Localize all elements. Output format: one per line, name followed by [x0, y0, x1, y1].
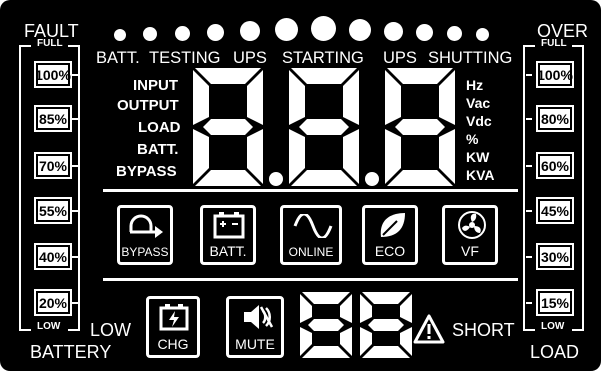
status-dot: [143, 27, 157, 41]
mode-battery-label: BATT.: [209, 243, 247, 259]
measure-input: INPUT: [133, 77, 178, 94]
left-level-100: 100%: [34, 61, 72, 88]
charging-label: CHG: [157, 336, 189, 352]
digit-segment-d: [195, 170, 261, 186]
mode-online: ONLINE: [280, 205, 342, 265]
mode-eco: ECO: [362, 205, 418, 265]
measure-bypass: BYPASS: [116, 163, 177, 180]
status-dot: [384, 22, 403, 41]
main-seven-segment-display: [193, 68, 455, 186]
status-word-ups: UPS: [233, 49, 267, 67]
load-label: LOAD: [530, 342, 580, 362]
unit-hz: Hz: [466, 77, 484, 93]
left-low-label: LOW: [35, 321, 63, 332]
right-level-45: 45%: [536, 197, 574, 224]
digit-segment-a: [195, 68, 261, 84]
measure-load: LOAD: [138, 119, 181, 136]
mode-battery: BATT.: [200, 205, 256, 265]
status-dot: [240, 21, 260, 41]
right-bracket-inner: [523, 45, 535, 331]
status-dot: [311, 16, 336, 41]
digit-segment-d: [291, 170, 357, 186]
sine-wave-icon: [293, 214, 333, 238]
speaker-mute-icon: [244, 305, 274, 329]
decimal-point: [365, 172, 379, 186]
right-level-30: 30%: [536, 243, 574, 270]
digit-segment-g: [203, 119, 253, 135]
main-digits: [193, 68, 455, 186]
divider-top: [103, 189, 518, 192]
charging-battery-icon: [159, 304, 189, 331]
status-word-starting: STARTING: [282, 49, 364, 67]
left-level-55: 55%: [34, 197, 72, 224]
mute-label: MUTE: [235, 336, 275, 352]
unit-kw: KW: [466, 149, 490, 165]
small-seven-segment-display: [300, 292, 412, 358]
mode-vf: VF: [442, 205, 498, 265]
right-level-15: 15%: [536, 289, 574, 316]
right-level-60: 60%: [536, 152, 574, 179]
low-battery-label: LOW: [90, 320, 132, 340]
digit-segment-a: [302, 292, 350, 304]
digit-segment-a: [362, 292, 410, 304]
status-dot: [175, 26, 190, 41]
mode-vf-label: VF: [461, 243, 479, 259]
status-dot: [416, 24, 433, 41]
digit-segment-d: [302, 346, 350, 358]
left-full-label: FULL: [35, 38, 65, 49]
mute-indicator: MUTE: [226, 296, 284, 358]
status-word-testing: TESTING: [149, 49, 221, 67]
leaf-icon: [380, 213, 405, 237]
digit-segment-g: [308, 319, 344, 331]
digit-segment-a: [387, 68, 453, 84]
right-level-80: 80%: [536, 105, 574, 132]
left-level-70: 70%: [34, 152, 72, 179]
status-word-ups-2: UPS: [383, 49, 417, 67]
status-dot: [447, 26, 462, 41]
digit-segment-a: [291, 68, 357, 84]
digit-segment-d: [362, 346, 410, 358]
status-dot: [114, 29, 126, 41]
status-dot: [275, 18, 298, 41]
unit-vac: Vac: [466, 95, 491, 111]
divider-bottom: [103, 278, 518, 281]
digit-segment-g: [368, 319, 404, 331]
small-digits: [300, 292, 412, 358]
measure-output: OUTPUT: [117, 97, 179, 114]
bypass-arrow-icon: [129, 214, 163, 238]
mode-eco-label: ECO: [374, 243, 406, 259]
left-level-40: 40%: [34, 243, 72, 270]
unit-percent: %: [466, 131, 479, 147]
status-word-batt: BATT.: [96, 49, 140, 67]
ups-lcd-panel: FAULT FULL LOW 100% 85% 70% 55% 40% 20% …: [0, 0, 601, 371]
status-word-shutting: SHUTTING: [428, 49, 513, 67]
battery-icon: [213, 212, 245, 239]
digit-segment-d: [387, 170, 453, 186]
mode-bypass-label: BYPASS: [121, 245, 169, 259]
digit-segment-g: [395, 119, 445, 135]
battery-label: BATTERY: [30, 342, 112, 362]
right-low-label: LOW: [539, 321, 567, 332]
left-bracket: [19, 45, 31, 331]
digit-segment-g: [299, 119, 349, 135]
mode-bypass: BYPASS: [117, 205, 173, 265]
measure-batt: BATT.: [137, 141, 179, 158]
left-level-20: 20%: [34, 289, 72, 316]
left-level-85: 85%: [34, 105, 72, 132]
right-level-100: 100%: [536, 61, 574, 88]
status-dot: [476, 28, 489, 41]
decimal-point: [269, 172, 283, 186]
warning-triangle-icon: [413, 314, 445, 344]
fan-icon: [458, 211, 486, 239]
status-dot: [349, 19, 371, 41]
status-dot: [207, 24, 224, 41]
right-full-label: FULL: [539, 38, 569, 49]
charging-indicator: CHG: [146, 296, 200, 358]
unit-vdc: Vdc: [466, 113, 492, 129]
mode-online-label: ONLINE: [288, 245, 334, 259]
unit-kva: KVA: [466, 167, 495, 183]
short-label: SHORT: [452, 320, 515, 340]
